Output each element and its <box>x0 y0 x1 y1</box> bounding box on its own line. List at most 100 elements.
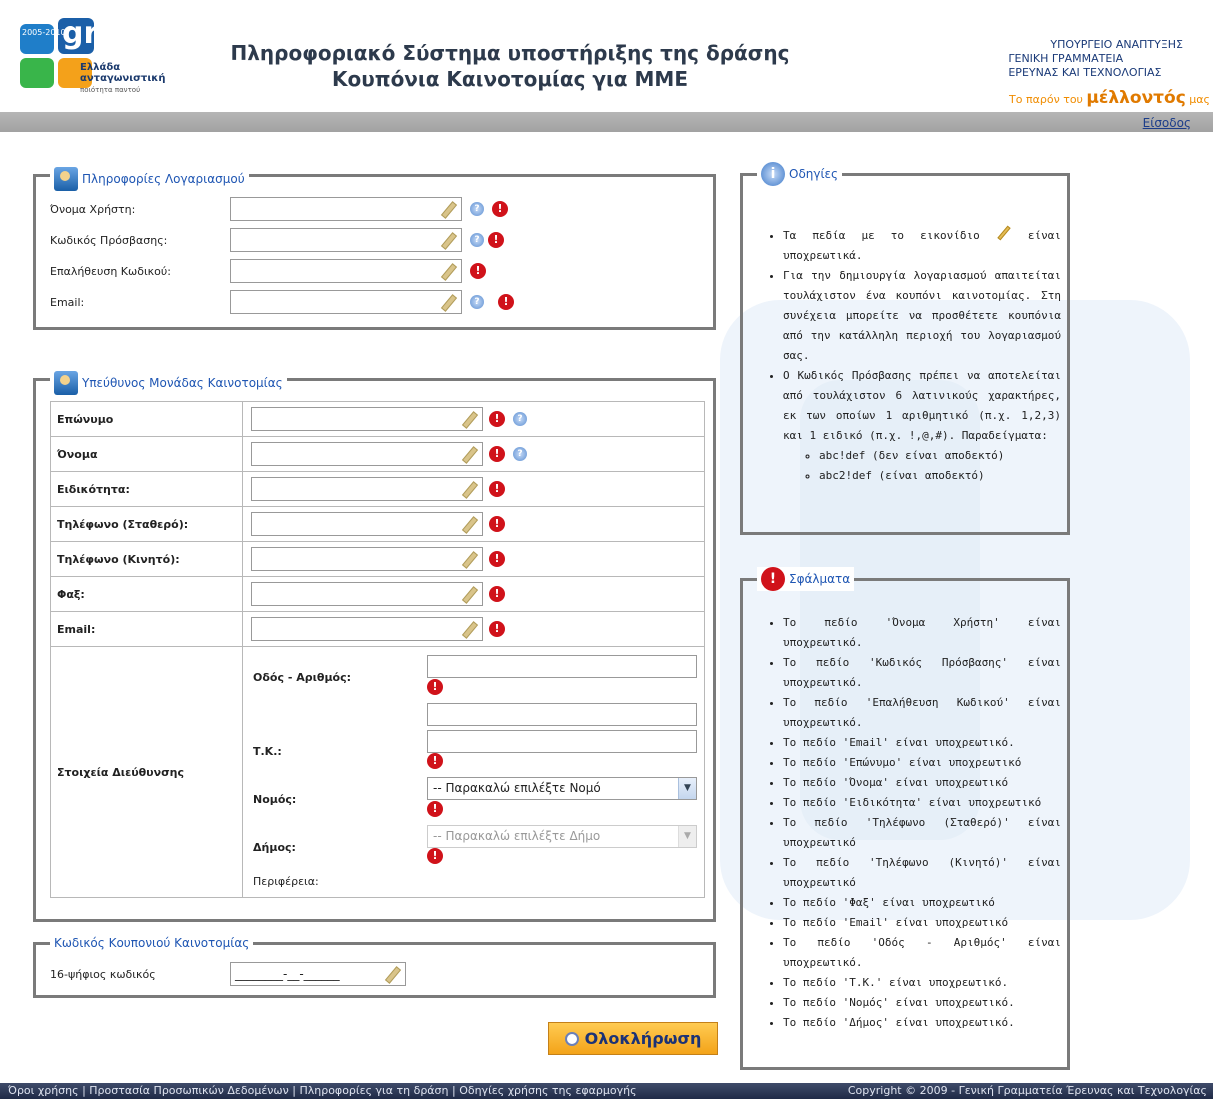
page-footer: Όροι χρήσης | Προστασία Προσωπικών Δεδομ… <box>0 1083 1213 1099</box>
address-label: Στοιχεία Διεύθυνσης <box>50 646 243 898</box>
logo-years: 2005-2010 <box>22 28 66 37</box>
error-icon: ! <box>489 586 505 602</box>
password-input[interactable] <box>230 228 462 252</box>
instructions-legend: i Οδηγίες <box>757 162 843 186</box>
list-item: Για την δημιουργία λογαριασμού απαιτείτα… <box>783 266 1061 366</box>
table-row: Email: ! <box>50 611 705 647</box>
table-row: Επώνυμο !? <box>50 401 705 437</box>
name-label: Όνομα <box>50 436 243 472</box>
error-icon: ! <box>489 481 505 497</box>
error-icon: ! <box>427 848 443 864</box>
submit-icon <box>564 1031 579 1046</box>
pencil-icon <box>440 295 455 310</box>
pencil-icon <box>384 967 399 982</box>
pencil-icon <box>461 517 476 532</box>
phone-fixed-input[interactable] <box>251 512 483 536</box>
list-item: Το πεδίο 'Δήμος' είναι υποχρεωτικό. <box>783 1013 1061 1033</box>
account-fieldset: Πληροφορίες Λογαριασμού Όνομα Χρήστη: ? … <box>33 167 716 330</box>
coupon-input[interactable]: ________-__-______ <box>230 962 406 986</box>
list-item: abc!def (δεν είναι αποδεκτό) <box>819 446 1061 466</box>
list-item: Τα πεδία με το εικονίδιο είναι υποχρεωτι… <box>783 225 1061 266</box>
table-row: Φαξ: ! <box>50 576 705 612</box>
pencil-icon <box>461 482 476 497</box>
error-icon: ! <box>489 446 505 462</box>
help-icon[interactable]: ? <box>470 202 484 216</box>
list-item: Το πεδίο 'Όνομα' είναι υποχρεωτικό <box>783 773 1061 793</box>
surname-label: Επώνυμο <box>50 401 243 437</box>
list-item: Το πεδίο 'Τηλέφωνο (Σταθερό)' είναι υποχ… <box>783 813 1061 853</box>
pencil-icon <box>996 225 1012 241</box>
list-item: Το πεδίο 'Επαλήθευση Κωδικού' είναι υποχ… <box>783 693 1061 733</box>
email-input[interactable] <box>230 290 462 314</box>
fax-input[interactable] <box>251 582 483 606</box>
list-item: Το πεδίο 'Τ.Κ.' είναι υποχρεωτικό. <box>783 973 1061 993</box>
errors-legend: ! Σφάλματα <box>757 567 855 591</box>
confirm-password-input[interactable] <box>230 259 462 283</box>
confirm-password-label: Επαλήθευση Κωδικού: <box>50 264 171 278</box>
username-input[interactable] <box>230 197 462 221</box>
address-block: Οδός - Αριθμός: ! Τ.Κ.: ! Νομός: -- Παρα… <box>243 647 704 897</box>
list-item: Το πεδίο 'Κωδικός Πρόσβασης' είναι υποχρ… <box>783 653 1061 693</box>
error-icon: ! <box>492 201 508 217</box>
list-item: Το πεδίο 'Φαξ' είναι υποχρεωτικό <box>783 893 1061 913</box>
postal-input[interactable] <box>427 730 697 753</box>
list-item: Το πεδίο 'Email' είναι υποχρεωτικό. <box>783 733 1061 753</box>
pencil-icon <box>440 202 455 217</box>
pencil-icon <box>461 552 476 567</box>
password-label: Κωδικός Πρόσβασης: <box>50 233 168 247</box>
street-label: Οδός - Αριθμός: <box>253 671 352 684</box>
pencil-icon <box>461 412 476 427</box>
error-icon: ! <box>427 801 443 817</box>
table-row: Όνομα !? <box>50 436 705 472</box>
phone-mobile-input[interactable] <box>251 547 483 571</box>
table-row: Τηλέφωνο (Σταθερό): ! <box>50 506 705 542</box>
street-input-2[interactable] <box>427 703 697 726</box>
name-input[interactable] <box>251 442 483 466</box>
email-label: Email: <box>50 295 85 309</box>
error-icon: ! <box>427 679 443 695</box>
error-icon: ! <box>470 263 486 279</box>
page-header: 2005-2010 gr Ελλάδα ανταγωνιστική ποιότητ… <box>0 0 1213 112</box>
footer-links[interactable]: Όροι χρήσης | Προστασία Προσωπικών Δεδομ… <box>8 1083 637 1099</box>
logo-text: Ελλάδα ανταγωνιστική <box>80 62 166 84</box>
specialty-input[interactable] <box>251 477 483 501</box>
help-icon[interactable]: ? <box>470 233 484 247</box>
user-icon <box>54 371 78 395</box>
pencil-icon <box>461 587 476 602</box>
errors-list: Το πεδίο 'Όνομα Χρήστη' είναι υποχρεωτικ… <box>783 613 1061 1033</box>
list-item: Το πεδίο 'Οδός - Αριθμός' είναι υποχρεωτ… <box>783 933 1061 973</box>
region-label: Περιφέρεια: <box>253 875 319 888</box>
list-item: Το πεδίο 'Νομός' είναι υποχρεωτικό. <box>783 993 1061 1013</box>
pencil-icon <box>461 447 476 462</box>
list-item: Το πεδίο 'Ειδικότητα' είναι υποχρεωτικό <box>783 793 1061 813</box>
list-item: Το πεδίο 'Τηλέφωνο (Κινητό)' είναι υποχρ… <box>783 853 1061 893</box>
municipality-select[interactable]: -- Παρακαλώ επιλέξτε Δήμο ▼ <box>427 825 697 848</box>
info-icon: i <box>761 162 785 186</box>
phone-fixed-label: Τηλέφωνο (Σταθερό): <box>50 506 243 542</box>
ministry-name: ΥΠΟΥΡΓΕΙΟ ΑΝΑΠΤΥΞΗΣ ΓΕΝΙΚΗ ΓΡΑΜΜΑΤΕΙΑ ΕΡ… <box>1008 38 1183 79</box>
table-row: Τηλέφωνο (Κινητό): ! <box>50 541 705 577</box>
resp-email-input[interactable] <box>251 617 483 641</box>
pencil-icon <box>440 233 455 248</box>
login-link[interactable]: Είσοδος <box>1143 116 1191 130</box>
help-icon[interactable]: ? <box>513 412 527 426</box>
resp-email-label: Email: <box>50 611 243 647</box>
error-icon: ! <box>489 621 505 637</box>
account-legend: Πληροφορίες Λογαριασμού <box>50 167 249 191</box>
nav-bar: Είσοδος <box>0 112 1213 132</box>
street-input[interactable] <box>427 655 697 678</box>
responsible-legend: Υπεύθυνος Μονάδας Καινοτομίας <box>50 371 287 395</box>
error-icon: ! <box>488 232 504 248</box>
table-row: Ειδικότητα: ! <box>50 471 705 507</box>
surname-input[interactable] <box>251 407 483 431</box>
postal-label: Τ.Κ.: <box>253 745 282 758</box>
list-item: Το πεδίο 'Όνομα Χρήστη' είναι υποχρεωτικ… <box>783 613 1061 653</box>
submit-button[interactable]: Ολοκλήρωση <box>548 1022 718 1055</box>
prefecture-select[interactable]: -- Παρακαλώ επιλέξτε Νομό ▼ <box>427 777 697 800</box>
responsible-fieldset: Υπεύθυνος Μονάδας Καινοτομίας Επώνυμο !?… <box>33 371 716 922</box>
help-icon[interactable]: ? <box>470 295 484 309</box>
errors-panel: ! Σφάλματα Το πεδίο 'Όνομα Χρήστη' είναι… <box>740 567 1070 1070</box>
logo-mark: gr <box>62 16 99 51</box>
pencil-icon <box>461 622 476 637</box>
help-icon[interactable]: ? <box>513 447 527 461</box>
